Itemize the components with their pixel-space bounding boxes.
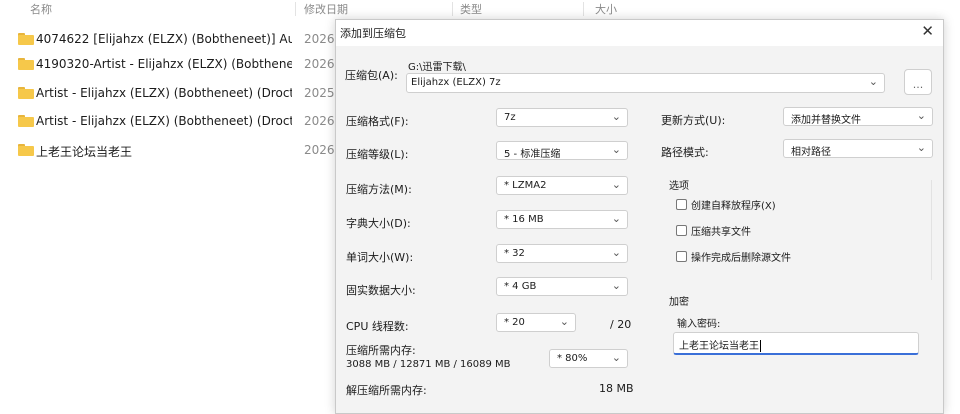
- close-icon[interactable]: ✕: [921, 22, 934, 40]
- chevron-down-icon: ⌄: [559, 315, 569, 328]
- file-name: Artist - Elijahzx (ELZX) (Bobtheneet) (D…: [36, 114, 292, 128]
- dict-label: 字典大小(D):: [346, 217, 411, 230]
- column-size[interactable]: 大小: [595, 1, 617, 17]
- cpu-total: / 20: [610, 318, 632, 331]
- dict-select[interactable]: * 16 MB ⌄: [496, 210, 628, 229]
- file-date: 2025: [304, 86, 335, 100]
- file-row[interactable]: 上老王论坛当老王 2026: [0, 140, 335, 162]
- archive-label: 压缩包(A):: [345, 69, 398, 82]
- folder-icon: [18, 58, 34, 70]
- chevron-down-icon: ⌄: [611, 246, 621, 259]
- file-row[interactable]: 4190320-Artist - Elijahzx (ELZX) (Bobthe…: [0, 54, 335, 76]
- update-mode-select[interactable]: 添加并替换文件 ⌄: [783, 107, 933, 126]
- chevron-down-icon: ⌄: [611, 212, 621, 225]
- file-row[interactable]: 4074622 [Elijahzx (ELZX) (Bobtheneet)] A…: [0, 29, 335, 51]
- cpu-select[interactable]: * 20 ⌄: [496, 313, 576, 332]
- path-mode-value: 相对路径: [791, 147, 831, 158]
- path-mode-select[interactable]: 相对路径 ⌄: [783, 139, 933, 158]
- decompress-label: 解压缩所需内存:: [346, 384, 427, 397]
- add-to-archive-dialog: 添加到压缩包 ✕ 压缩包(A): G:\迅雷下载\ Elijahzx (ELZX…: [335, 19, 944, 414]
- file-date: 2026: [304, 143, 335, 157]
- shared-files-label: 压缩共享文件: [691, 227, 751, 238]
- chevron-down-icon: ⌄: [611, 110, 621, 123]
- file-row[interactable]: Artist - Elijahzx (ELZX) (Bobtheneet) (D…: [0, 111, 335, 133]
- folder-icon: [18, 144, 34, 156]
- format-value: 7z: [504, 112, 516, 123]
- shared-files-checkbox[interactable]: [676, 225, 687, 236]
- method-value: * LZMA2: [504, 180, 547, 191]
- dict-value: * 16 MB: [504, 214, 544, 225]
- sfx-checkbox[interactable]: [676, 199, 687, 210]
- memory-value: * 80%: [557, 353, 588, 364]
- folder-icon: [18, 87, 34, 99]
- chevron-down-icon: ⌄: [611, 279, 621, 292]
- file-row[interactable]: Artist - Elijahzx (ELZX) (Bobtheneet) (D…: [0, 83, 335, 105]
- column-divider[interactable]: [452, 2, 453, 16]
- word-label: 单词大小(W):: [346, 251, 414, 264]
- delete-source-label: 操作完成后删除源文件: [691, 253, 791, 264]
- browse-button[interactable]: ...: [904, 69, 932, 95]
- encryption-group-title: 加密: [669, 297, 689, 308]
- dialog-title: 添加到压缩包: [340, 27, 406, 40]
- decompress-value: 18 MB: [599, 382, 634, 395]
- file-name: 4074622 [Elijahzx (ELZX) (Bobtheneet)] A…: [36, 32, 292, 46]
- chevron-down-icon: ⌄: [611, 143, 621, 156]
- level-select[interactable]: 5 - 标准压缩 ⌄: [496, 141, 628, 160]
- archive-name-value: Elijahzx (ELZX) 7z: [411, 77, 501, 88]
- file-name: 4190320-Artist - Elijahzx (ELZX) (Bobthe…: [36, 57, 292, 71]
- format-select[interactable]: 7z ⌄: [496, 108, 628, 127]
- chevron-down-icon: ⌄: [868, 75, 878, 88]
- solid-select[interactable]: * 4 GB ⌄: [496, 277, 628, 296]
- password-value: 上老王论坛当老王: [679, 341, 759, 352]
- word-select[interactable]: * 32 ⌄: [496, 244, 628, 263]
- text-caret: [760, 340, 761, 352]
- file-date: 2026: [304, 32, 335, 46]
- archive-path: G:\迅雷下载\: [408, 62, 466, 73]
- folder-icon: [18, 115, 34, 127]
- memory-detail: 3088 MB / 12871 MB / 16089 MB: [346, 359, 511, 370]
- password-input[interactable]: 上老王论坛当老王: [673, 332, 919, 355]
- level-value: 5 - 标准压缩: [504, 149, 561, 160]
- delete-source-checkbox[interactable]: [676, 251, 687, 262]
- file-date: 2026: [304, 57, 335, 71]
- method-select[interactable]: * LZMA2 ⌄: [496, 176, 628, 195]
- method-label: 压缩方法(M):: [346, 183, 412, 196]
- cpu-label: CPU 线程数:: [346, 320, 409, 333]
- chevron-down-icon: ⌄: [611, 351, 621, 364]
- archive-name-combo[interactable]: Elijahzx (ELZX) 7z ⌄: [406, 73, 885, 93]
- sfx-label: 创建自释放程序(X): [691, 201, 776, 212]
- dialog-titlebar[interactable]: 添加到压缩包 ✕: [336, 20, 943, 46]
- column-modified[interactable]: 修改日期: [304, 1, 348, 17]
- chevron-down-icon: ⌄: [611, 178, 621, 191]
- file-date: 2026: [304, 114, 335, 128]
- cpu-value: * 20: [504, 317, 525, 328]
- memory-label: 压缩所需内存:: [346, 344, 416, 357]
- column-divider[interactable]: [583, 2, 584, 16]
- chevron-down-icon: ⌄: [916, 141, 926, 154]
- column-divider[interactable]: [295, 2, 296, 16]
- format-label: 压缩格式(F):: [346, 115, 409, 128]
- chevron-down-icon: ⌄: [916, 109, 926, 122]
- update-label: 更新方式(U):: [661, 114, 726, 127]
- memory-select[interactable]: * 80% ⌄: [549, 349, 628, 368]
- path-mode-label: 路径模式:: [661, 146, 709, 159]
- column-type[interactable]: 类型: [460, 1, 482, 17]
- folder-icon: [18, 33, 34, 45]
- level-label: 压缩等级(L):: [346, 148, 409, 161]
- password-label: 输入密码:: [677, 319, 721, 330]
- solid-label: 固实数据大小:: [346, 284, 416, 297]
- word-value: * 32: [504, 248, 525, 259]
- solid-value: * 4 GB: [504, 281, 537, 292]
- file-list-header: 名称 修改日期 类型 大小: [0, 0, 960, 18]
- file-name: Artist - Elijahzx (ELZX) (Bobtheneet) (D…: [36, 86, 292, 100]
- column-name[interactable]: 名称: [30, 1, 52, 17]
- group-border: [931, 180, 932, 280]
- update-mode-value: 添加并替换文件: [791, 115, 861, 126]
- file-name: 上老王论坛当老王: [36, 145, 133, 159]
- options-group-title: 选项: [669, 181, 689, 192]
